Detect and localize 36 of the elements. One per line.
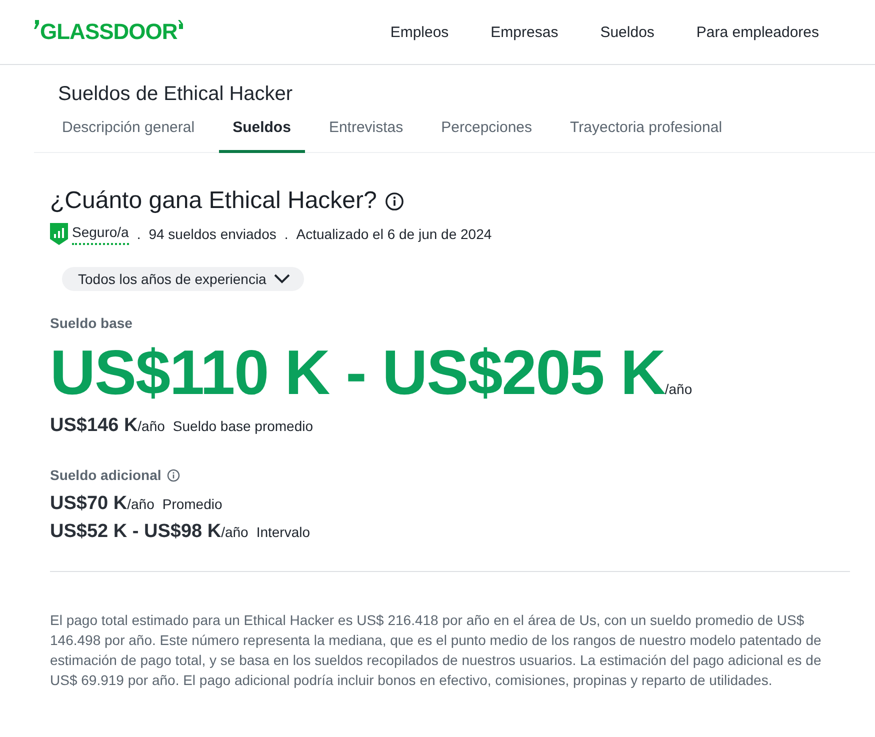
- section-label: Sueldo adicional: [50, 467, 162, 483]
- salary-label: Promedio: [162, 495, 222, 514]
- unit-label: /año: [664, 381, 692, 397]
- salary-value: US$70 K: [50, 493, 128, 515]
- page-title: Sueldos de Ethical Hacker: [58, 83, 294, 106]
- separator: .: [136, 226, 141, 242]
- quote-mark-icon: [178, 20, 184, 29]
- description-paragraph: El pago total estimado para un Ethical Hacker es US$ 216.418 por año en el área de Us, con un sueldo promedio de US$ 146.498 por año. Este número representa la mediana, que es el punto medio de los rangos de nuestro modelo patentado de estimación de pago total, y se basa en los sueldos recopilados de nuestros usuarios. La estimación del pago adicional es de US$ 69.919 por año. El pago adicional podría incluir bonos en efectivo, comisiones, propinas y reparto de utilidades.: [50, 611, 822, 690]
- info-icon[interactable]: [384, 192, 404, 210]
- chevron-down-icon: [274, 274, 290, 284]
- experience-dropdown[interactable]: Todos los años de experiencia: [62, 267, 304, 291]
- unit-label: /año: [127, 495, 154, 514]
- heading: ¿Cuánto gana Ethical Hacker?: [50, 187, 377, 215]
- salary-value: US$52 K - US$98 K: [50, 521, 222, 543]
- salary-range: US$110 K - US$205 K: [50, 337, 665, 409]
- nav-link[interactable]: Para empleadores: [696, 24, 819, 40]
- unit-label: /año: [138, 417, 165, 436]
- salary-value: US$146 K: [50, 415, 138, 437]
- salary-label: Sueldo base promedio: [172, 417, 314, 436]
- salary-label: Intervalo: [256, 523, 310, 542]
- tab[interactable]: Percepciones: [427, 119, 546, 153]
- updated-date: Actualizado el 6 de jun de 2024: [296, 226, 492, 242]
- tab[interactable]: Trayectoria profesional: [556, 119, 736, 153]
- nav-link[interactable]: Empresas: [490, 24, 558, 40]
- submitted-count: 94 sueldos enviados: [148, 226, 276, 242]
- confidence-link[interactable]: Seguro/a: [72, 224, 129, 244]
- shield-chart-icon: [50, 223, 68, 245]
- section-label: Sueldo base: [50, 315, 132, 331]
- unit-label: /año: [221, 523, 248, 542]
- tab[interactable]: Entrevistas: [314, 119, 418, 153]
- nav-link[interactable]: Sueldos: [600, 24, 654, 40]
- separator: .: [284, 226, 288, 242]
- nav-link[interactable]: Empleos: [390, 24, 449, 40]
- tab[interactable]: Descripción general: [48, 119, 209, 153]
- quote-mark-icon: [34, 20, 39, 29]
- tab[interactable]: Sueldos: [218, 119, 305, 153]
